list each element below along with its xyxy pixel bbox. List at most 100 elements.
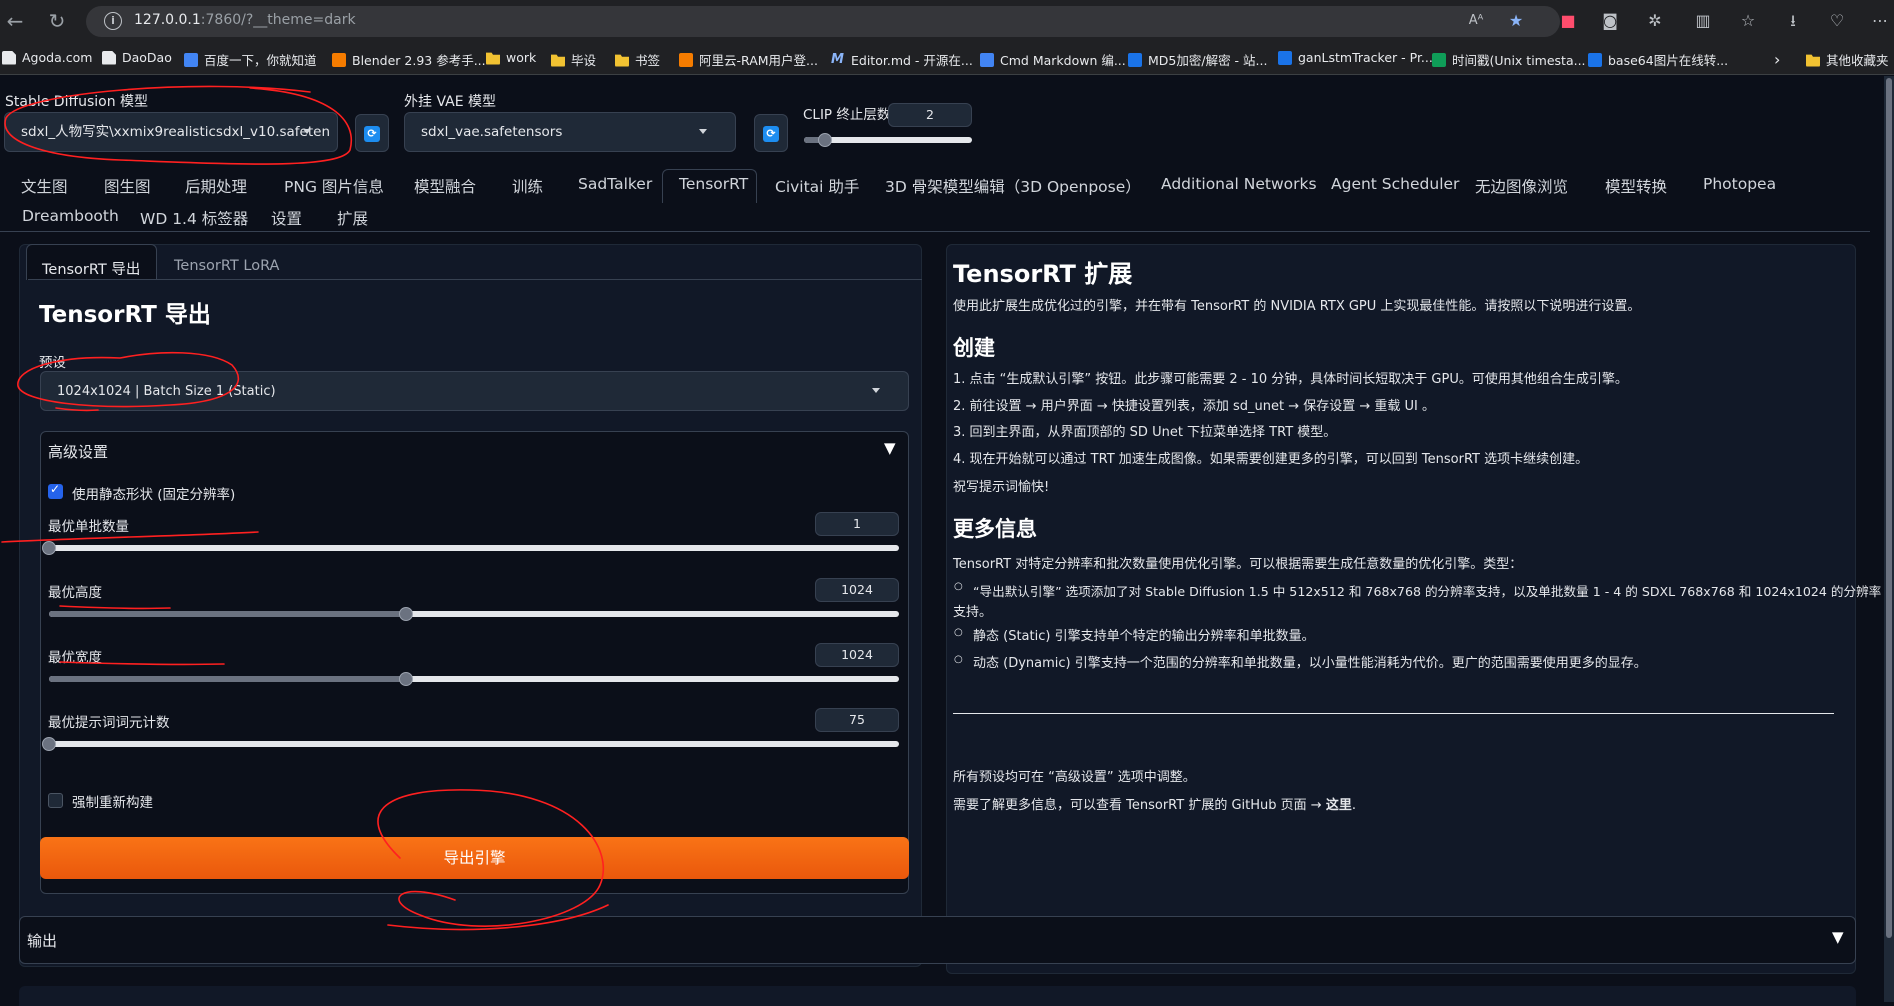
bookmark-item[interactable]: Blender 2.93 参考手... (332, 50, 486, 69)
clip-skip-input[interactable]: 2 (888, 103, 972, 127)
bullet-default-engine-cont: 支持。 (953, 605, 993, 620)
page-icon (2, 50, 16, 65)
bookmark-item[interactable]: M Editor.md - 开源在... (831, 50, 973, 69)
tab-txt2img[interactable]: 文生图 (21, 175, 68, 197)
collapse-triangle-icon[interactable]: ▼ (1832, 928, 1844, 946)
tab-civitai[interactable]: Civitai 助手 (775, 175, 859, 197)
sd-model-dropdown[interactable]: sdxl_人物写实\xxmix9realisticsdxl_v10.safete… (4, 112, 338, 152)
site-info-icon[interactable]: i (104, 12, 122, 30)
slider-track[interactable] (49, 607, 899, 621)
reload-icon[interactable]: ↻ (44, 8, 70, 34)
bookmark-item[interactable]: DaoDao (102, 50, 172, 65)
slider-handle[interactable] (399, 672, 413, 686)
advanced-settings-header[interactable]: 高级设置 (48, 441, 108, 462)
address-bar[interactable]: i 127.0.0.1:7860/?__theme=dark Aᴬ ★ (86, 6, 1560, 37)
bookmark-folder[interactable]: 毕设 (551, 50, 596, 69)
refresh-vae-button[interactable]: ⟳ (754, 114, 788, 152)
subtab-export[interactable]: TensorRT 导出 (42, 258, 140, 279)
tab-merge[interactable]: 模型融合 (414, 175, 476, 197)
export-engine-button[interactable]: 导出引擎 (40, 837, 909, 879)
more-info-intro: TensorRT 对特定分辨率和批次数量使用优化引擎。可以根据需要生成任意数量的… (953, 557, 1523, 572)
bookmark-folder[interactable]: 其他收藏夹 (1806, 50, 1889, 69)
tab-img2img[interactable]: 图生图 (104, 175, 151, 197)
favorite-star-icon[interactable]: ★ (1506, 11, 1526, 31)
tab-train[interactable]: 训练 (512, 175, 543, 197)
tab-settings[interactable]: 设置 (271, 207, 302, 229)
bullet-default-engine: “导出默认引擎” 选项添加了对 Stable Diffusion 1.5 中 5… (973, 584, 1882, 599)
bookmark-item[interactable]: Cmd Markdown 编... (980, 50, 1126, 69)
slider-handle[interactable] (42, 737, 56, 751)
bookmark-item[interactable]: 时间戳(Unix timesta... (1432, 50, 1586, 69)
tab-extensions[interactable]: 扩展 (337, 207, 368, 229)
tab-dreambooth[interactable]: Dreambooth (22, 207, 119, 225)
slider-value-input[interactable]: 75 (815, 708, 899, 732)
tab-image-browser[interactable]: 无边图像浏览 (1475, 175, 1568, 197)
vae-label: 外挂 VAE 模型 (404, 94, 497, 110)
performance-icon[interactable]: ♡ (1827, 11, 1847, 31)
bookmarks-overflow-icon[interactable]: › (1774, 50, 1780, 69)
bookmark-folder[interactable]: work (486, 50, 536, 65)
bullet-static: 静态 (Static) 引擎支持单个特定的输出分辨率和单批数量。 (973, 629, 1315, 644)
footer-github-note: 需要了解更多信息，可以查看 TensorRT 扩展的 GitHub 页面 → 这… (953, 798, 1356, 813)
slider-track[interactable] (49, 672, 899, 686)
slider-track[interactable] (42, 737, 899, 751)
tab-png-info[interactable]: PNG 图片信息 (284, 175, 384, 197)
tab-agent-scheduler[interactable]: Agent Scheduler (1331, 175, 1459, 193)
tab-photopea[interactable]: Photopea (1703, 175, 1776, 193)
folder-icon (486, 52, 500, 65)
slider-value-input[interactable]: 1024 (815, 643, 899, 667)
collapse-triangle-icon[interactable]: ▼ (884, 439, 896, 457)
split-screen-icon[interactable]: ▥ (1693, 11, 1713, 31)
tab-additional-networks[interactable]: Additional Networks (1161, 175, 1317, 193)
tab-model-convert[interactable]: 模型转换 (1605, 175, 1667, 197)
slider-handle[interactable] (42, 541, 56, 555)
more-icon[interactable]: ⋯ (1870, 11, 1890, 31)
tab-3d-openpose[interactable]: 3D 骨架模型编辑（3D Openpose） (885, 175, 1141, 197)
output-accordion[interactable] (19, 916, 1856, 964)
tab-tensorrt[interactable]: TensorRT (679, 175, 748, 193)
tab-extras[interactable]: 后期处理 (185, 175, 247, 197)
games-icon[interactable]: ◙ (1600, 11, 1620, 31)
bookmark-item[interactable]: ganLstmTracker - Pr... (1278, 50, 1433, 65)
preset-dropdown[interactable]: 1024x1024 | Batch Size 1 (Static) (40, 371, 909, 411)
chevron-down-icon (303, 129, 311, 134)
url-text[interactable]: 127.0.0.1:7860/?__theme=dark (134, 12, 356, 28)
bookmark-item[interactable]: 阿里云-RAM用户登... (679, 50, 818, 69)
download-icon[interactable]: ⭳ (1783, 11, 1803, 31)
github-link[interactable]: 这里 (1326, 798, 1352, 813)
static-shape-checkbox[interactable] (48, 482, 63, 499)
bookmark-folder[interactable]: 书签 (615, 50, 660, 69)
slider-handle[interactable] (399, 607, 413, 621)
more-info-heading: 更多信息 (953, 517, 1037, 541)
info-intro: 使用此扩展生成优化过的引擎，并在带有 TensorRT 的 NVIDIA RTX… (953, 299, 1641, 314)
read-aloud-icon[interactable]: Aᴬ (1466, 11, 1486, 31)
step-item: 2. 前往设置 → 用户界面 → 快捷设置列表，添加 sd_unet → 保存设… (953, 399, 1436, 414)
extensions-icon[interactable]: ✲ (1645, 11, 1665, 31)
back-icon[interactable]: ← (2, 8, 28, 34)
extension-icon[interactable]: ■ (1558, 11, 1578, 31)
clip-slider-handle[interactable] (818, 133, 832, 147)
subtab-lora[interactable]: TensorRT LoRA (174, 258, 279, 274)
page-icon (102, 50, 116, 65)
bookmark-item[interactable]: MD5加密/解密 - 站... (1128, 50, 1267, 69)
preset-label: 预设 (39, 355, 66, 371)
tab-wd14-tagger[interactable]: WD 1.4 标签器 (140, 207, 248, 229)
bullet-icon: ○ (954, 581, 963, 592)
scrollbar-thumb[interactable] (1886, 78, 1892, 938)
slider-value-input[interactable]: 1024 (815, 578, 899, 602)
refresh-models-button[interactable]: ⟳ (355, 114, 389, 152)
slider-value-input[interactable]: 1 (815, 512, 899, 536)
bookmark-item[interactable]: 百度一下，你就知道 (184, 50, 317, 69)
slider-fill (49, 676, 406, 682)
vae-dropdown[interactable]: sdxl_vae.safetensors (404, 112, 736, 152)
favorites-icon[interactable]: ☆ (1738, 11, 1758, 31)
force-rebuild-checkbox[interactable] (48, 793, 63, 808)
refresh-icon: ⟳ (763, 126, 779, 142)
divider-line (953, 713, 1834, 714)
bookmark-item[interactable]: Agoda.com (2, 50, 92, 65)
folder-icon (615, 54, 629, 67)
tab-sadtalker[interactable]: SadTalker (578, 175, 652, 193)
slider-track[interactable] (42, 541, 899, 555)
bookmark-item[interactable]: base64图片在线转... (1588, 50, 1728, 69)
clip-skip-slider[interactable] (804, 133, 972, 147)
